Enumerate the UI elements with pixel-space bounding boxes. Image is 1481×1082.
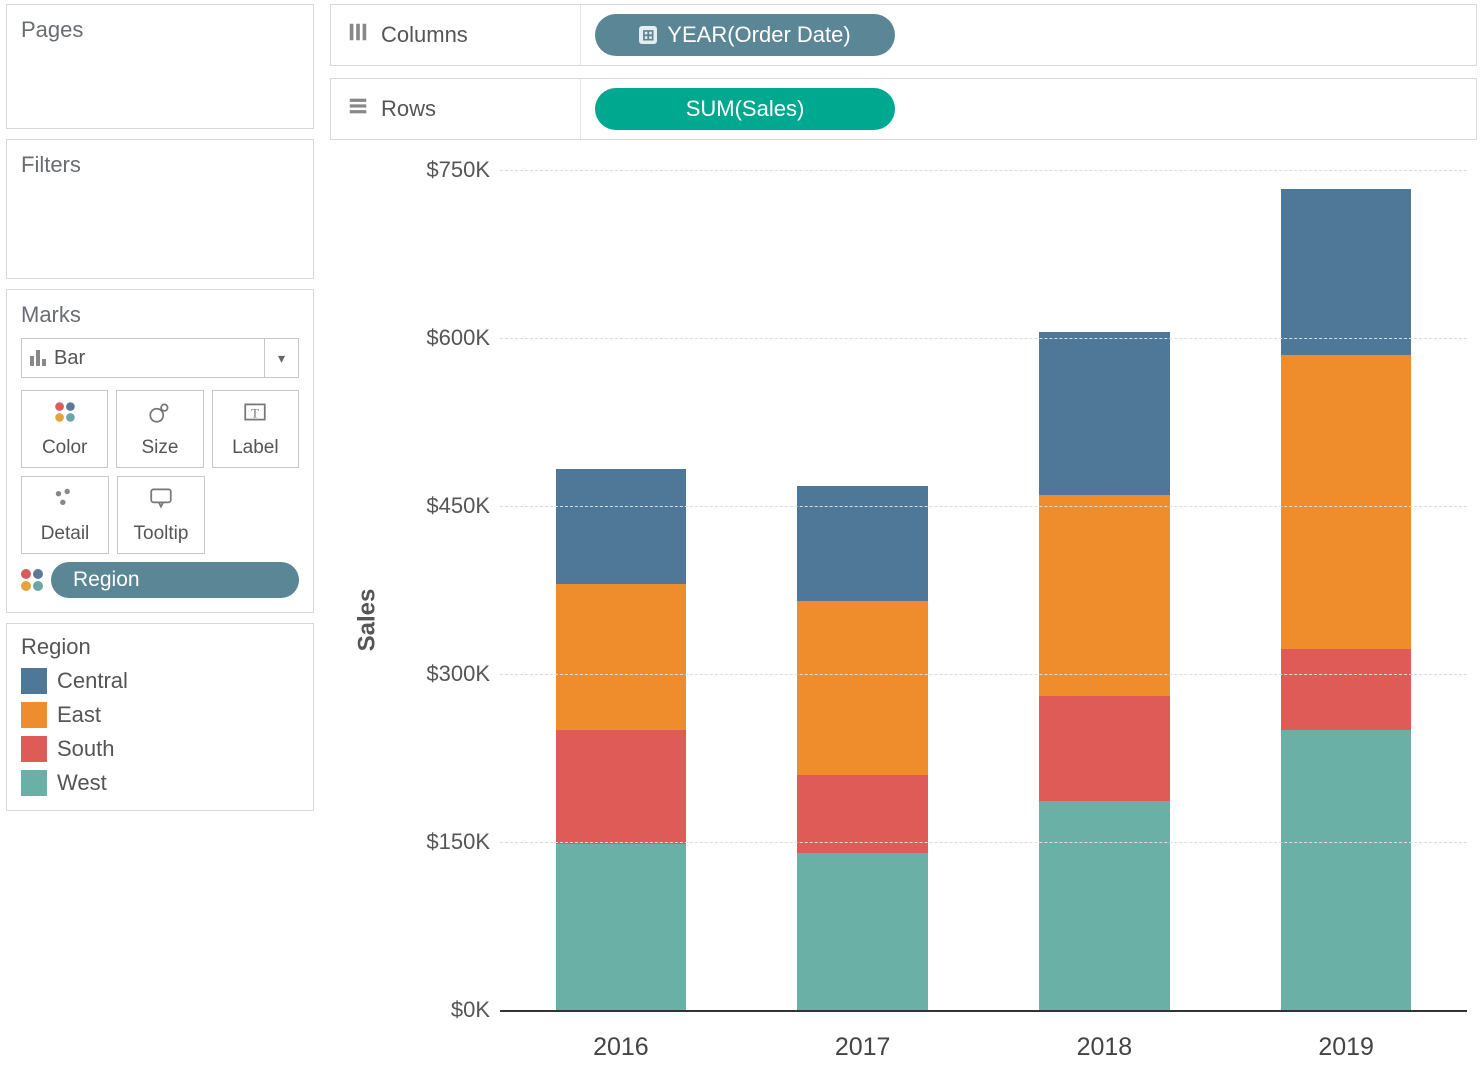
chevron-down-icon[interactable] [264,339,298,377]
label-icon: T [241,399,269,431]
x-tick: 2018 [984,1033,1226,1062]
color-icon [51,399,79,431]
color-field-pill[interactable]: Region [51,562,299,598]
rows-pill-label: SUM(Sales) [686,96,805,122]
marks-label-button[interactable]: T Label [212,390,299,468]
expand-icon[interactable]: ⊞ [639,26,657,44]
bar-segment-south[interactable] [1281,649,1412,730]
bar-icon [30,350,46,366]
legend-title: Region [21,634,299,660]
legend-label: South [57,736,115,762]
bar-segment-east[interactable] [556,584,687,730]
rows-shelf[interactable]: Rows SUM(Sales) [330,78,1477,140]
columns-icon [347,21,369,49]
bar-segment-west[interactable] [1039,801,1170,1010]
color-field-label: Region [73,568,140,591]
legend-item[interactable]: South [21,736,299,762]
region-legend: Region Central East South West [6,623,314,811]
bar-segment-west[interactable] [797,853,928,1010]
bar-segment-west[interactable] [556,844,687,1010]
size-icon [146,399,174,431]
pages-title: Pages [21,17,299,43]
bar-segment-central[interactable] [556,469,687,584]
marks-detail-label: Detail [41,523,90,545]
legend-swatch [21,702,47,728]
legend-label: West [57,770,107,796]
marks-size-button[interactable]: Size [116,390,203,468]
bar-segment-south[interactable] [1039,696,1170,800]
x-tick: 2016 [500,1033,742,1062]
y-tick: $750K [390,157,490,183]
marks-detail-button[interactable]: Detail [21,476,109,554]
legend-swatch [21,736,47,762]
y-tick: $600K [390,325,490,351]
legend-item[interactable]: Central [21,668,299,694]
y-tick: $300K [390,661,490,687]
columns-field-pill[interactable]: ⊞ YEAR(Order Date) [595,14,895,56]
x-tick: 2017 [742,1033,984,1062]
bar-segment-central[interactable] [797,486,928,601]
pages-shelf[interactable]: Pages [6,4,314,129]
bar-column[interactable] [500,170,742,1010]
rows-icon [347,95,369,123]
filters-shelf[interactable]: Filters [6,139,314,279]
legend-item[interactable]: East [21,702,299,728]
bar-column[interactable] [1225,170,1467,1010]
columns-shelf[interactable]: Columns ⊞ YEAR(Order Date) [330,4,1477,66]
columns-label: Columns [381,22,468,48]
marks-color-button[interactable]: Color [21,390,108,468]
bar-segment-central[interactable] [1039,332,1170,494]
x-tick: 2019 [1225,1033,1467,1062]
bar-segment-east[interactable] [1039,495,1170,697]
marks-title: Marks [21,302,299,328]
rows-field-pill[interactable]: SUM(Sales) [595,88,895,130]
bar-column[interactable] [742,170,984,1010]
marks-label-label: Label [232,437,279,459]
bar-segment-east[interactable] [1281,355,1412,650]
rows-label: Rows [381,96,436,122]
plot-area[interactable]: $0K$150K$300K$450K$600K$750K [500,170,1467,1012]
main-area: Columns ⊞ YEAR(Order Date) Rows [320,0,1481,1082]
marks-tooltip-button[interactable]: Tooltip [117,476,205,554]
legend-swatch [21,770,47,796]
y-tick: $0K [390,997,490,1023]
sidebar: Pages Filters Marks Bar Color [0,0,320,1082]
mark-type-select[interactable]: Bar [21,338,299,378]
marks-size-label: Size [142,437,179,459]
marks-color-label: Color [42,437,87,459]
tooltip-icon [147,485,175,517]
legend-item[interactable]: West [21,770,299,796]
legend-label: Central [57,668,128,694]
bar-column[interactable] [984,170,1226,1010]
legend-label: East [57,702,101,728]
mark-type-label: Bar [54,347,85,370]
legend-swatch [21,668,47,694]
bar-segment-east[interactable] [797,601,928,775]
columns-pill-label: YEAR(Order Date) [667,22,850,48]
color-icon [21,569,43,591]
detail-icon [51,485,79,517]
bar-segment-south[interactable] [556,730,687,844]
svg-text:T: T [251,405,259,420]
y-tick: $150K [390,829,490,855]
y-tick: $450K [390,493,490,519]
bar-segment-west[interactable] [1281,730,1412,1010]
x-axis: 2016201720182019 [500,1033,1467,1062]
filters-title: Filters [21,152,299,178]
y-axis-label: Sales [353,589,381,652]
bar-segment-central[interactable] [1281,189,1412,355]
chart: Sales $0K$150K$300K$450K$600K$750K 20162… [330,158,1477,1082]
marks-tooltip-label: Tooltip [134,523,189,545]
marks-card: Marks Bar Color Size [6,289,314,613]
